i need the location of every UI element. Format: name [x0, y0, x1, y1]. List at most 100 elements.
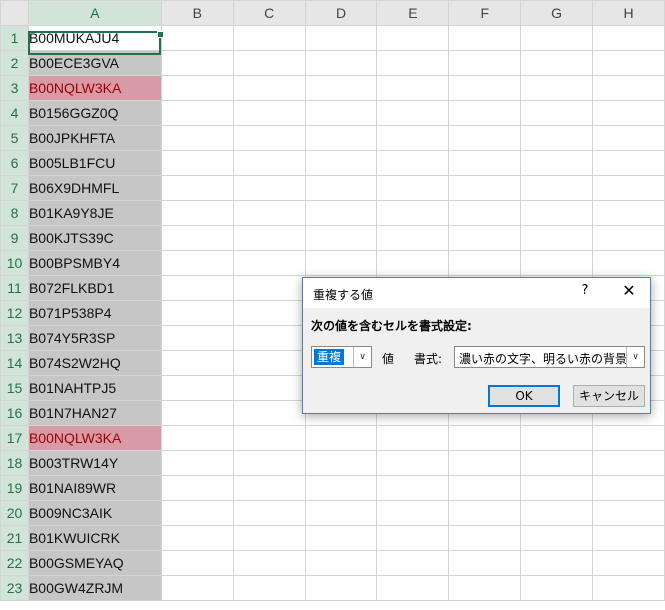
cell-a[interactable]: B00GSMEYAQ [27, 550, 162, 576]
cell-a[interactable]: B003TRW14Y [27, 450, 162, 476]
empty-cell[interactable] [232, 275, 306, 301]
cell-a[interactable]: B01N7HAN27 [27, 400, 162, 426]
empty-cell[interactable] [160, 25, 234, 51]
column-header-b[interactable]: B [160, 0, 234, 26]
empty-cell[interactable] [592, 125, 665, 151]
empty-cell[interactable] [376, 25, 450, 51]
empty-cell[interactable] [376, 175, 450, 201]
row-header[interactable]: 15 [0, 375, 29, 401]
row-header[interactable]: 2 [0, 50, 29, 76]
empty-cell[interactable] [232, 100, 306, 126]
empty-cell[interactable] [376, 425, 450, 451]
empty-cell[interactable] [232, 425, 306, 451]
row-header[interactable]: 5 [0, 125, 29, 151]
empty-cell[interactable] [160, 175, 234, 201]
empty-cell[interactable] [592, 425, 665, 451]
chevron-down-icon[interactable]: ∨ [626, 347, 644, 367]
empty-cell[interactable] [376, 250, 450, 276]
empty-cell[interactable] [160, 275, 234, 301]
empty-cell[interactable] [160, 475, 234, 501]
empty-cell[interactable] [304, 425, 378, 451]
empty-cell[interactable] [448, 575, 522, 601]
empty-cell[interactable] [232, 225, 306, 251]
row-header[interactable]: 19 [0, 475, 29, 501]
column-header-c[interactable]: C [232, 0, 306, 26]
dialog-titlebar[interactable]: 重複する値 ? ✕ [303, 278, 650, 308]
empty-cell[interactable] [520, 50, 594, 76]
empty-cell[interactable] [520, 200, 594, 226]
empty-cell[interactable] [592, 50, 665, 76]
empty-cell[interactable] [232, 75, 306, 101]
empty-cell[interactable] [376, 100, 450, 126]
empty-cell[interactable] [592, 100, 665, 126]
empty-cell[interactable] [304, 575, 378, 601]
empty-cell[interactable] [592, 75, 665, 101]
empty-cell[interactable] [592, 250, 665, 276]
duplicate-cell[interactable]: B00NQLW3KA [27, 425, 162, 451]
row-header[interactable]: 11 [0, 275, 29, 301]
row-header[interactable]: 18 [0, 450, 29, 476]
empty-cell[interactable] [232, 500, 306, 526]
empty-cell[interactable] [520, 175, 594, 201]
cancel-button[interactable]: キャンセル [573, 385, 645, 407]
column-header-d[interactable]: D [304, 0, 378, 26]
cell-a[interactable]: B071P538P4 [27, 300, 162, 326]
row-header[interactable]: 13 [0, 325, 29, 351]
cell-a[interactable]: B00MUKAJU4 [27, 25, 162, 51]
empty-cell[interactable] [520, 25, 594, 51]
empty-cell[interactable] [160, 325, 234, 351]
empty-cell[interactable] [304, 150, 378, 176]
empty-cell[interactable] [232, 400, 306, 426]
empty-cell[interactable] [232, 375, 306, 401]
empty-cell[interactable] [448, 25, 522, 51]
empty-cell[interactable] [232, 450, 306, 476]
empty-cell[interactable] [520, 575, 594, 601]
empty-cell[interactable] [160, 525, 234, 551]
empty-cell[interactable] [592, 475, 665, 501]
empty-cell[interactable] [232, 525, 306, 551]
empty-cell[interactable] [304, 75, 378, 101]
row-header[interactable]: 4 [0, 100, 29, 126]
ok-button[interactable]: OK [488, 385, 560, 407]
row-header[interactable]: 10 [0, 250, 29, 276]
empty-cell[interactable] [160, 50, 234, 76]
cell-a[interactable]: B00KJTS39C [27, 225, 162, 251]
empty-cell[interactable] [232, 25, 306, 51]
row-header[interactable]: 20 [0, 500, 29, 526]
column-header-e[interactable]: E [376, 0, 450, 26]
empty-cell[interactable] [448, 550, 522, 576]
empty-cell[interactable] [160, 225, 234, 251]
row-header[interactable]: 3 [0, 75, 29, 101]
empty-cell[interactable] [448, 100, 522, 126]
empty-cell[interactable] [520, 450, 594, 476]
empty-cell[interactable] [448, 250, 522, 276]
empty-cell[interactable] [232, 300, 306, 326]
empty-cell[interactable] [232, 350, 306, 376]
empty-cell[interactable] [376, 450, 450, 476]
empty-cell[interactable] [448, 150, 522, 176]
empty-cell[interactable] [304, 450, 378, 476]
cell-a[interactable]: B01NAI89WR [27, 475, 162, 501]
empty-cell[interactable] [304, 475, 378, 501]
duplicate-cell[interactable]: B00NQLW3KA [27, 75, 162, 101]
cell-a[interactable]: B072FLKBD1 [27, 275, 162, 301]
empty-cell[interactable] [304, 125, 378, 151]
cell-a[interactable]: B06X9DHMFL [27, 175, 162, 201]
empty-cell[interactable] [304, 25, 378, 51]
empty-cell[interactable] [160, 125, 234, 151]
empty-cell[interactable] [376, 525, 450, 551]
empty-cell[interactable] [232, 475, 306, 501]
cell-a[interactable]: B01KA9Y8JE [27, 200, 162, 226]
format-select[interactable]: 濃い赤の文字、明るい赤の背景 ∨ [454, 346, 645, 368]
cell-a[interactable]: B074Y5R3SP [27, 325, 162, 351]
empty-cell[interactable] [520, 150, 594, 176]
empty-cell[interactable] [160, 250, 234, 276]
empty-cell[interactable] [592, 200, 665, 226]
cell-a[interactable]: B01NAHTPJ5 [27, 375, 162, 401]
duplicate-unique-select[interactable]: 重複 ∨ [311, 346, 372, 368]
empty-cell[interactable] [232, 175, 306, 201]
empty-cell[interactable] [520, 500, 594, 526]
empty-cell[interactable] [160, 75, 234, 101]
empty-cell[interactable] [160, 350, 234, 376]
empty-cell[interactable] [592, 25, 665, 51]
